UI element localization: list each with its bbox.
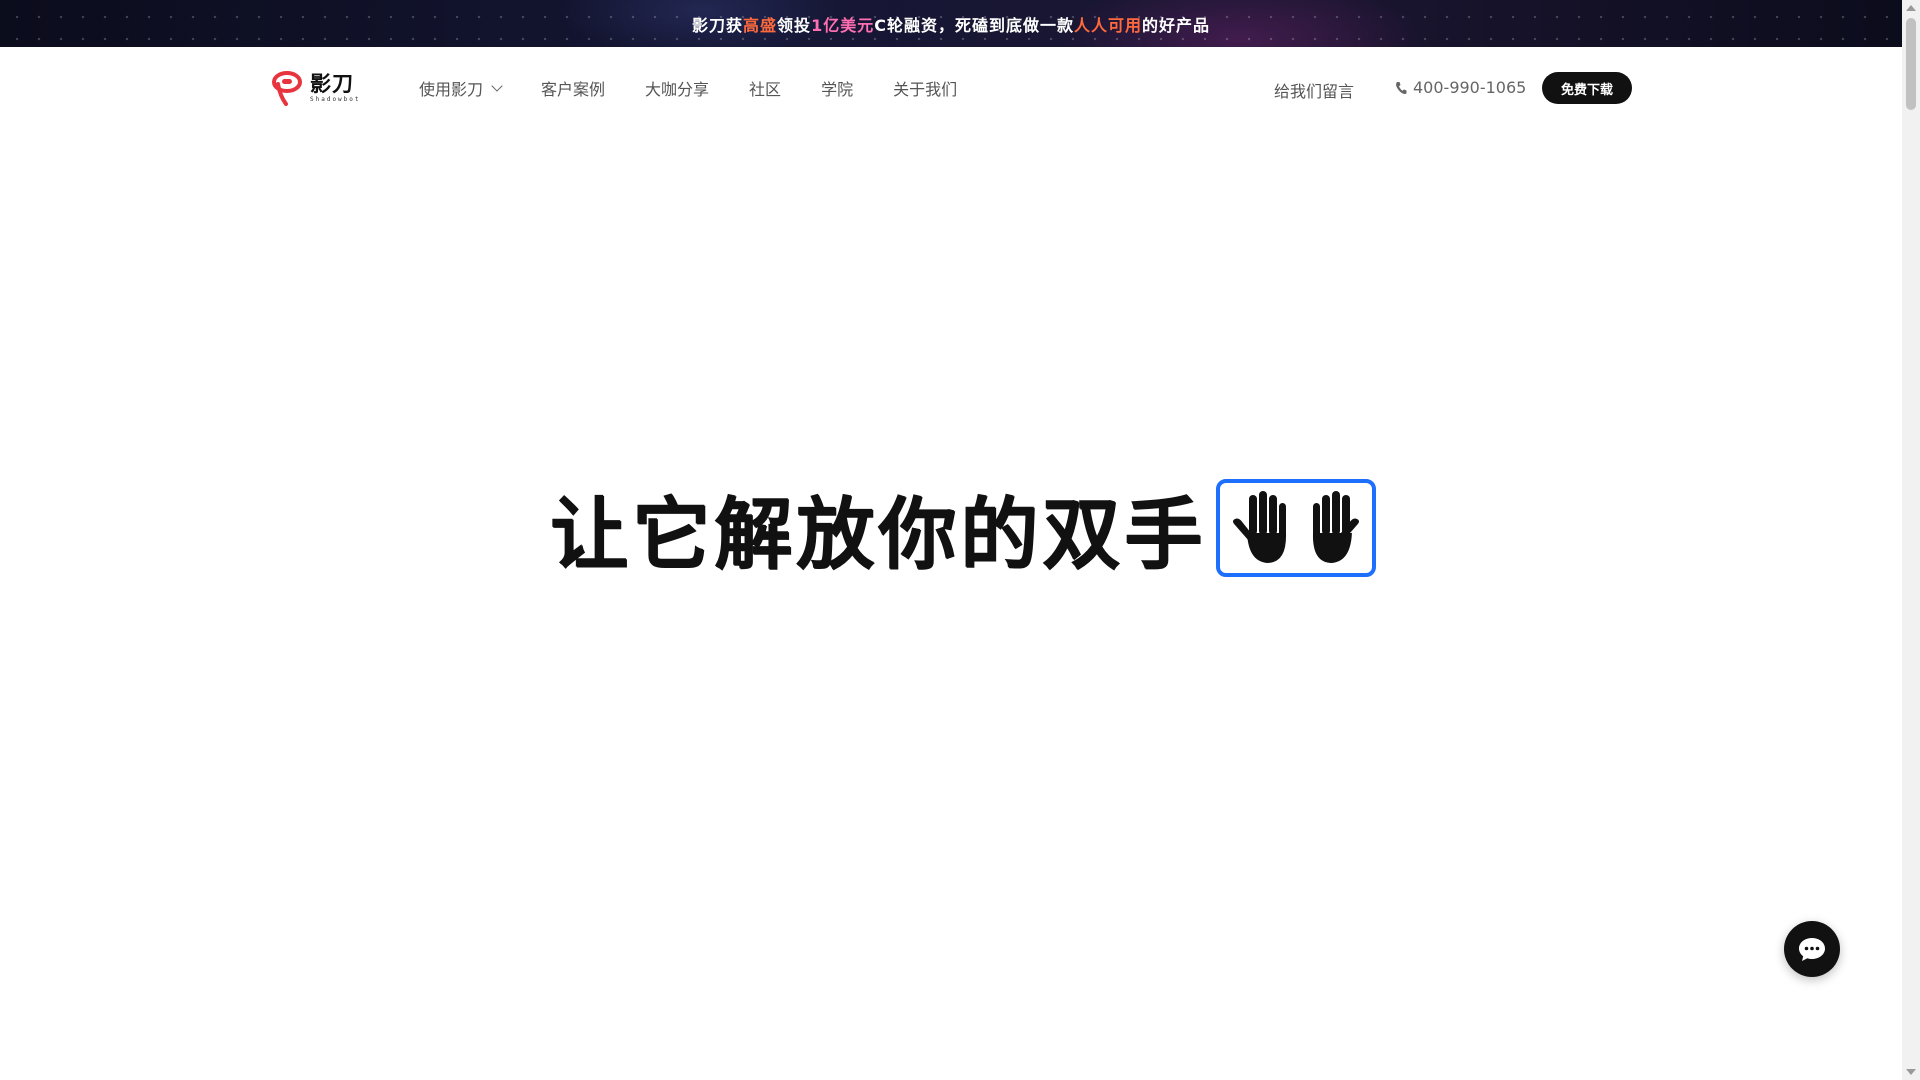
- top-navigation: 影刀 Shadowbot 使用影刀 客户案例 大咖分享 社区 学院 关于我们 给…: [0, 47, 1902, 129]
- highlight-amount: 1亿美元: [811, 15, 875, 35]
- leave-message-link[interactable]: 给我们留言: [1274, 78, 1354, 102]
- scroll-up-arrow-icon[interactable]: [1906, 5, 1916, 11]
- nav-item-use-shadowbot[interactable]: 使用影刀: [419, 76, 503, 100]
- hand-icon: [1312, 491, 1360, 563]
- page-scrollbar[interactable]: [1902, 0, 1920, 1080]
- nav-item-about-us[interactable]: 关于我们: [893, 76, 957, 100]
- logo[interactable]: 影刀 Shadowbot: [270, 69, 361, 107]
- chat-bubble-icon: [1799, 938, 1825, 961]
- nav-links: 使用影刀 客户案例 大咖分享 社区 学院 关于我们: [419, 47, 997, 129]
- scroll-down-arrow-icon[interactable]: [1906, 1069, 1916, 1075]
- scroll-thumb[interactable]: [1906, 18, 1916, 110]
- chat-button[interactable]: [1784, 921, 1840, 977]
- hands-box: [1216, 479, 1377, 577]
- phone-number[interactable]: 400-990-1065: [1395, 78, 1526, 97]
- hero-section: 让它解放你的双手: [550, 478, 1377, 580]
- announcement-text: 影刀获高盛领投1亿美元C轮融资，死磕到底做一款人人可用的好产品: [692, 15, 1210, 35]
- shadowbot-logo-icon: [272, 71, 302, 106]
- nav-item-academy[interactable]: 学院: [821, 76, 853, 100]
- logo-name-en: Shadowbot: [310, 95, 361, 103]
- nav-item-customer-cases[interactable]: 客户案例: [541, 76, 605, 100]
- nav-item-community[interactable]: 社区: [749, 76, 781, 100]
- phone-icon: [1396, 81, 1407, 94]
- free-download-button[interactable]: 免费下载: [1542, 72, 1632, 104]
- logo-name: 影刀: [310, 71, 354, 96]
- highlight-everyone: 人人可用: [1073, 15, 1142, 35]
- announcement-banner[interactable]: 影刀获高盛领投1亿美元C轮融资，死磕到底做一款人人可用的好产品: [0, 0, 1902, 47]
- hero-title: 让它解放你的双手: [550, 490, 1207, 580]
- highlight-goldman: 高盛: [743, 15, 778, 35]
- hand-icon: [1233, 491, 1287, 563]
- chevron-down-icon: [491, 80, 503, 92]
- nav-item-expert-sharing[interactable]: 大咖分享: [645, 76, 709, 100]
- phone-label: 400-990-1065: [1413, 78, 1527, 97]
